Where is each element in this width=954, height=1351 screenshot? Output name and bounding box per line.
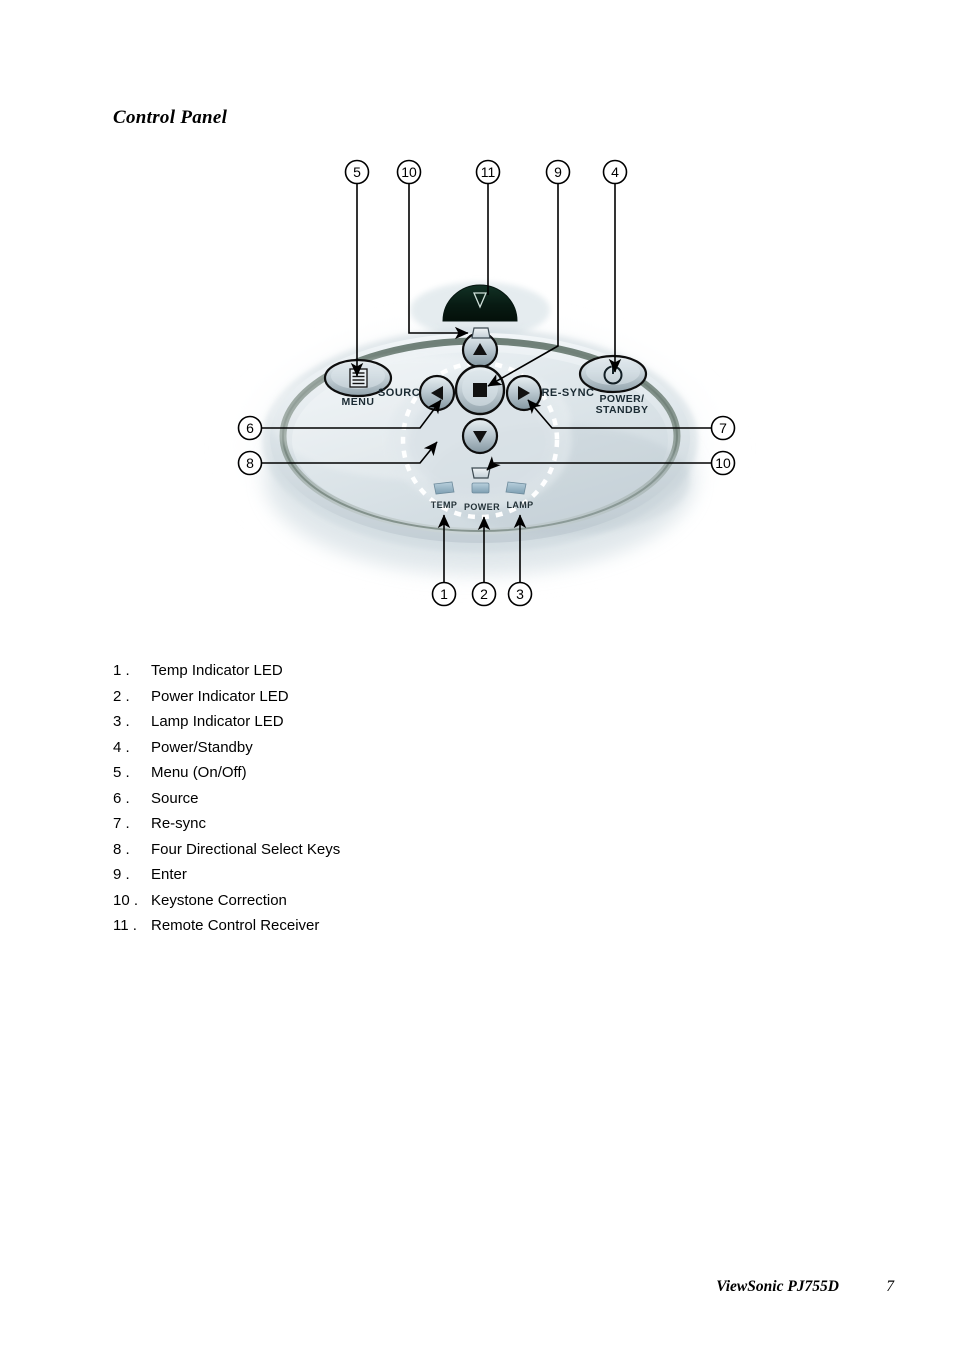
keystone-key-top[interactable] bbox=[471, 327, 491, 339]
power-standby-label-2: STANDBY bbox=[596, 404, 649, 416]
callout-bubble-right-7: 7 bbox=[710, 415, 736, 441]
resync-label: RE-SYNC bbox=[541, 387, 594, 399]
list-item: 10 . Keystone Correction bbox=[113, 888, 633, 914]
callout-bubble-top-5: 5 bbox=[344, 159, 370, 185]
led-lamp-label: LAMP bbox=[506, 500, 533, 510]
callout-bubble-top-11: 11 bbox=[475, 159, 501, 185]
list-item-number: 7 . bbox=[113, 815, 130, 832]
list-item-label: Four Directional Select Keys bbox=[151, 840, 341, 858]
list-item-number: 1 . bbox=[113, 662, 130, 679]
page-footer: ViewSonic PJ755D 7 bbox=[0, 1278, 954, 1306]
callout-bubble-top-4: 4 bbox=[602, 159, 628, 185]
callout-text: 7 bbox=[719, 420, 727, 436]
list-item-label: Power Indicator LED bbox=[151, 687, 289, 705]
list-item: 2 . Power Indicator LED bbox=[113, 684, 633, 710]
list-item-label: Temp Indicator LED bbox=[151, 662, 283, 679]
callout-text: 6 bbox=[246, 420, 254, 436]
led-temp-label: TEMP bbox=[431, 500, 458, 510]
enter-square-icon bbox=[473, 383, 487, 397]
list-item-label: Lamp Indicator LED bbox=[151, 713, 284, 730]
list-item: 6 . Source bbox=[113, 786, 633, 812]
list-item-number: 9 . bbox=[113, 866, 130, 883]
list-item-number: 11 . bbox=[113, 917, 137, 934]
list-item-label: Power/Standby bbox=[151, 738, 253, 756]
list-item-number: 3 . bbox=[113, 713, 130, 730]
control-panel-item-list: 1 . Temp Indicator LED 2 . Power Indicat… bbox=[113, 658, 633, 939]
callout-text: 5 bbox=[353, 164, 361, 180]
list-item: 9 . Enter bbox=[113, 862, 633, 888]
control-panel-figure: MENU POWER/ STANDBY SOURCE RE-SYNC TEMP … bbox=[0, 150, 954, 620]
footer-page-number: 7 bbox=[886, 1278, 894, 1295]
callout-text: 10 bbox=[715, 455, 731, 471]
callout-text: 8 bbox=[246, 455, 254, 471]
direction-key-down[interactable] bbox=[461, 417, 499, 455]
list-item: 1 . Temp Indicator LED bbox=[113, 658, 633, 684]
list-item: 8 . Four Directional Select Keys bbox=[113, 837, 633, 863]
menu-label: MENU bbox=[342, 396, 375, 408]
callout-text: 4 bbox=[611, 164, 619, 180]
callout-text: 1 bbox=[440, 586, 448, 602]
list-item: 11 . Remote Control Receiver bbox=[113, 913, 633, 939]
callout-text: 9 bbox=[554, 164, 562, 180]
list-item-number: 6 . bbox=[113, 789, 130, 807]
callout-text: 2 bbox=[480, 586, 488, 602]
direction-key-right[interactable] bbox=[505, 374, 543, 412]
callout-bubble-bottom-2: 2 bbox=[471, 581, 497, 607]
list-item-label: Source bbox=[151, 789, 199, 807]
callout-bubble-bottom-1: 1 bbox=[431, 581, 457, 607]
list-item-number: 10 . bbox=[113, 891, 139, 909]
callout-bubble-top-9: 9 bbox=[545, 159, 571, 185]
callout-text: 11 bbox=[481, 164, 496, 180]
list-item: 5 . Menu (On/Off) bbox=[113, 760, 633, 786]
list-item-label: Re-sync bbox=[151, 815, 207, 832]
page-title: Control Panel bbox=[113, 107, 228, 128]
callout-bubble-left-6: 6 bbox=[237, 415, 263, 441]
callout-text: 3 bbox=[516, 586, 524, 602]
list-item: 7 . Re-sync bbox=[113, 811, 633, 837]
list-item-number: 5 . bbox=[113, 764, 130, 781]
callout-bubble-left-8: 8 bbox=[237, 450, 263, 476]
callout-text: 10 bbox=[401, 164, 417, 180]
list-item: 3 . Lamp Indicator LED bbox=[113, 709, 633, 735]
led-power-label: POWER bbox=[464, 502, 500, 512]
list-item-label: Remote Control Receiver bbox=[151, 917, 320, 934]
list-item-number: 4 . bbox=[113, 738, 130, 756]
list-item-number: 2 . bbox=[113, 687, 130, 705]
list-item: 4 . Power/Standby bbox=[113, 735, 633, 761]
menu-list-icon bbox=[349, 368, 368, 388]
callout-bubble-right-10: 10 bbox=[710, 450, 736, 476]
callout-bubble-bottom-3: 3 bbox=[507, 581, 533, 607]
list-item-label: Menu (On/Off) bbox=[151, 764, 247, 781]
list-item-number: 8 . bbox=[113, 840, 130, 858]
footer-brand: ViewSonic PJ755D bbox=[716, 1278, 839, 1295]
callout-bubble-top-10: 10 bbox=[396, 159, 422, 185]
enter-button[interactable] bbox=[454, 364, 506, 416]
list-item-label: Enter bbox=[151, 866, 187, 883]
list-item-label: Keystone Correction bbox=[151, 891, 287, 909]
